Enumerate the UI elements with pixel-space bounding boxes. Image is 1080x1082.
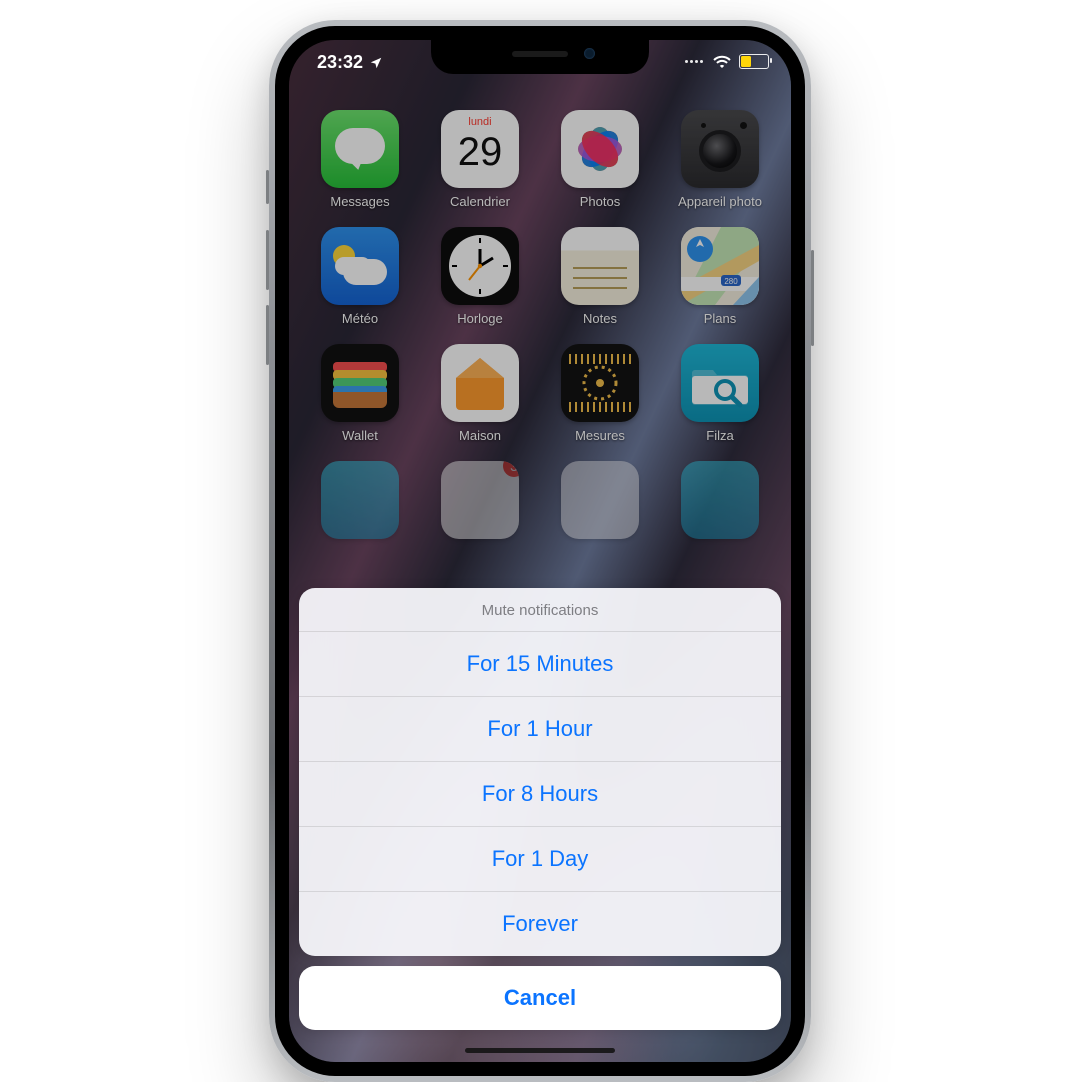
battery-icon (739, 54, 769, 69)
volume-down-button (266, 305, 269, 365)
mute-option-1day[interactable]: For 1 Day (299, 826, 781, 891)
action-sheet: Mute notifications For 15 Minutes For 1 … (299, 588, 781, 1030)
mute-option-forever[interactable]: Forever (299, 891, 781, 956)
screen: 23:32 (289, 40, 791, 1062)
wifi-icon (713, 55, 731, 68)
cancel-button[interactable]: Cancel (299, 966, 781, 1030)
action-sheet-title: Mute notifications (299, 588, 781, 631)
device-frame: 23:32 (269, 20, 811, 1082)
home-indicator[interactable] (465, 1048, 615, 1053)
location-icon (369, 56, 383, 70)
notch (431, 40, 649, 74)
side-button (811, 250, 814, 346)
mute-option-1hour[interactable]: For 1 Hour (299, 696, 781, 761)
silence-switch (266, 170, 269, 204)
mute-option-8hours[interactable]: For 8 Hours (299, 761, 781, 826)
cellular-icon (685, 60, 703, 63)
status-time: 23:32 (317, 52, 363, 73)
volume-up-button (266, 230, 269, 290)
mute-option-15min[interactable]: For 15 Minutes (299, 631, 781, 696)
